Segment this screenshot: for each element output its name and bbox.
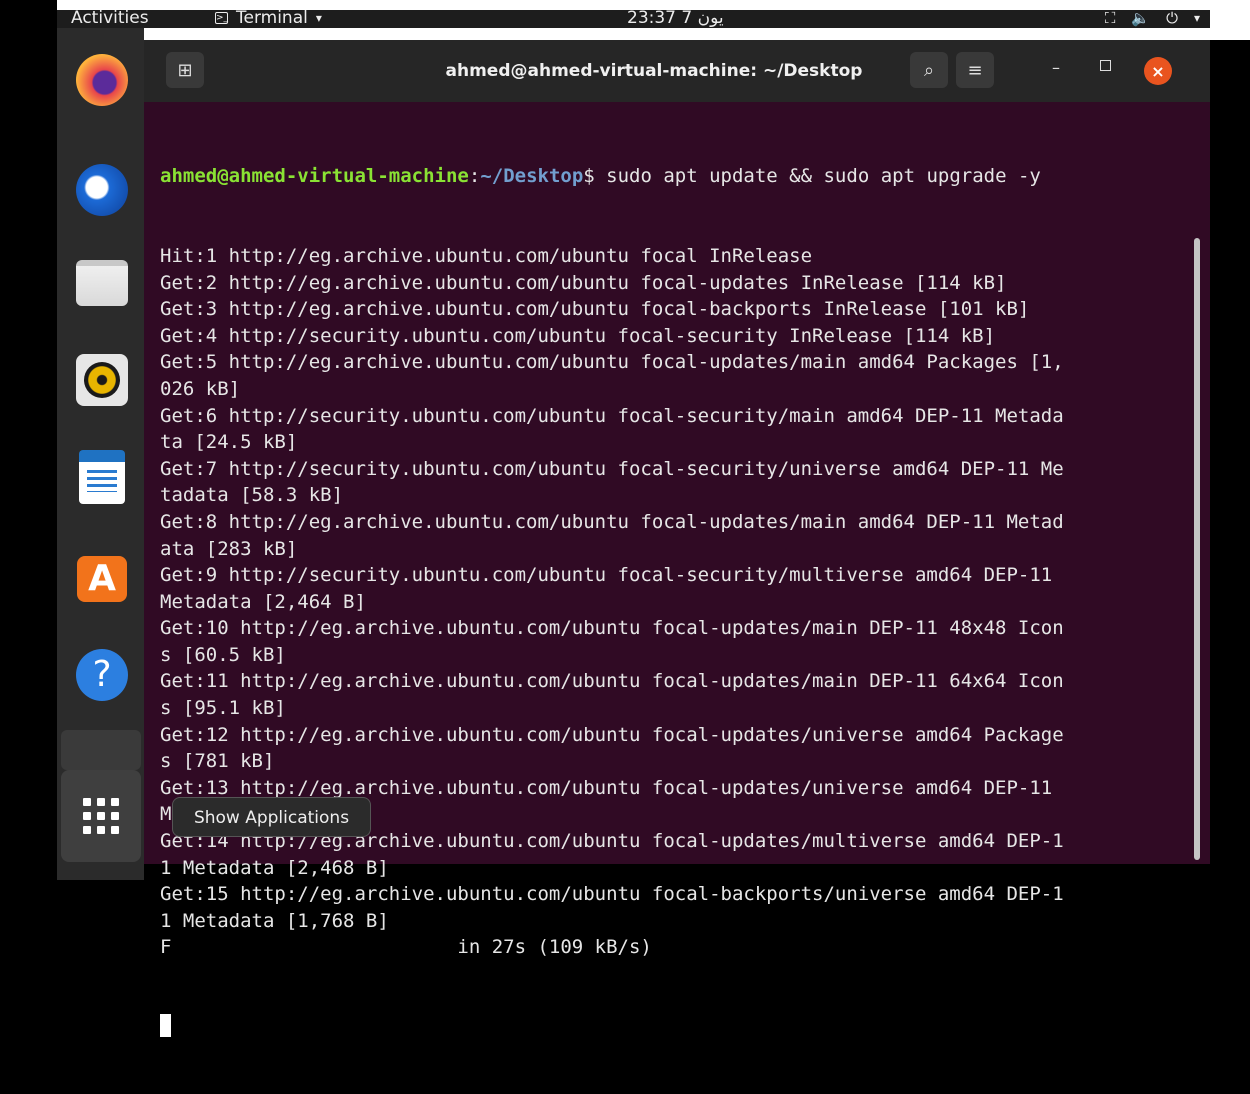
terminal-window: ⊞ ahmed@ahmed-virtual-machine: ~/Desktop… [144, 40, 1210, 1038]
output-line: ta [24.5 kB] [160, 431, 298, 454]
output-line: 026 kB] [160, 377, 241, 400]
close-button[interactable]: × [1144, 57, 1172, 85]
text-cursor [160, 1014, 171, 1038]
writer-icon [79, 450, 125, 504]
files-icon [76, 260, 128, 306]
output-line: Get:8 http://eg.archive.ubuntu.com/ubunt… [160, 510, 1064, 533]
dock-item-software[interactable]: A [75, 548, 129, 602]
network-icon[interactable]: ⛶ [1105, 6, 1116, 30]
dock-item-firefox[interactable] [75, 53, 129, 107]
top-bar: Activities >_ Terminal ▾ يون 7 23:37 ⛶ 🔈… [0, 0, 1250, 40]
maximize-button[interactable] [1100, 60, 1111, 71]
output-line: s [95.1 kB] [160, 697, 286, 720]
output-line: 1 Metadata [1,768 B] [160, 909, 389, 932]
output-line: Hit:1 http://eg.archive.ubuntu.com/ubunt… [160, 244, 813, 267]
output-line: Get:10 http://eg.archive.ubuntu.com/ubun… [160, 617, 1064, 640]
output-line: Metadata [2,464 B] [160, 590, 366, 613]
output-line: tadata [58.3 kB] [160, 484, 344, 507]
search-button[interactable]: ⌕ [910, 52, 948, 88]
output-line: Get:15 http://eg.archive.ubuntu.com/ubun… [160, 883, 1064, 906]
app-menu-label: Terminal [236, 8, 308, 28]
dock-item-help[interactable]: ? [75, 648, 129, 702]
show-applications-tooltip: Show Applications [172, 797, 371, 837]
app-grid-icon [83, 798, 119, 834]
clock[interactable]: يون 7 23:37 [627, 6, 724, 30]
output-lines: Hit:1 http://eg.archive.ubuntu.com/ubunt… [160, 243, 1190, 961]
output-line: 1 Metadata [2,468 B] [160, 856, 389, 879]
activities-button[interactable]: Activities [71, 6, 149, 30]
command-text: sudo apt update && sudo apt upgrade -y [606, 165, 1041, 188]
dock-item-thunderbird[interactable] [75, 163, 129, 217]
output-line: s [781 kB] [160, 750, 275, 773]
window-title: ahmed@ahmed-virtual-machine: ~/Desktop [445, 61, 863, 81]
output-line: Get:12 http://eg.archive.ubuntu.com/ubun… [160, 723, 1064, 746]
output-line: Get:2 http://eg.archive.ubuntu.com/ubunt… [160, 271, 1007, 294]
terminal-output[interactable]: ahmed@ahmed-virtual-machine:~/Desktop$ s… [160, 110, 1190, 1038]
output-line: Get:3 http://eg.archive.ubuntu.com/ubunt… [160, 298, 1030, 321]
rhythmbox-icon [76, 354, 128, 406]
scrollbar[interactable] [1194, 238, 1200, 860]
prompt-end: $ [583, 165, 607, 188]
output-line: Get:6 http://security.ubuntu.com/ubuntu … [160, 404, 1064, 427]
top-bar-panel: Activities >_ Terminal ▾ يون 7 23:37 ⛶ 🔈… [57, 8, 1210, 28]
cursor-line [160, 1014, 1190, 1041]
minimize-button[interactable]: – [1052, 58, 1060, 77]
output-line: ata [283 kB] [160, 537, 298, 560]
dock-item-rhythmbox[interactable] [75, 353, 129, 407]
prompt-path: ~/Desktop [480, 165, 584, 188]
prompt-line: ahmed@ahmed-virtual-machine:~/Desktop$ s… [160, 163, 1190, 190]
dock-item-terminal-running[interactable] [61, 730, 141, 770]
output-line: Get:4 http://security.ubuntu.com/ubuntu … [160, 324, 996, 347]
prompt-separator: : [468, 165, 481, 188]
hamburger-menu-button[interactable]: ≡ [956, 52, 994, 88]
chevron-down-icon: ▾ [315, 11, 322, 25]
chevron-down-icon[interactable]: ▾ [1194, 6, 1200, 30]
output-line: F in 27s (109 kB/s) [160, 936, 652, 959]
dock-item-files[interactable] [75, 256, 129, 310]
software-icon: A [77, 556, 127, 602]
prompt-user: ahmed@ahmed-virtual-machine [160, 165, 469, 188]
terminal-app-icon: >_ [215, 12, 229, 24]
help-icon: ? [76, 649, 128, 701]
dock-item-writer[interactable] [75, 450, 129, 504]
output-line: Get:7 http://security.ubuntu.com/ubuntu … [160, 457, 1064, 480]
output-line: Get:11 http://eg.archive.ubuntu.com/ubun… [160, 670, 1064, 693]
screen-border [0, 0, 57, 886]
output-line: Get:5 http://eg.archive.ubuntu.com/ubunt… [160, 351, 1064, 374]
output-line: s [60.5 kB] [160, 643, 286, 666]
app-menu-button[interactable]: >_ Terminal ▾ [215, 6, 322, 30]
terminal-headerbar[interactable]: ⊞ ahmed@ahmed-virtual-machine: ~/Desktop… [144, 40, 1210, 102]
show-applications-button[interactable] [61, 770, 141, 862]
thunderbird-icon [76, 164, 128, 216]
power-icon[interactable]: ⏻ [1166, 6, 1178, 30]
firefox-icon [76, 54, 128, 106]
dock: A ? [57, 28, 144, 880]
system-tray[interactable]: ⛶ 🔈 ⏻ ▾ [1105, 6, 1200, 30]
volume-icon[interactable]: 🔈 [1131, 6, 1150, 30]
output-line: Get:9 http://security.ubuntu.com/ubuntu … [160, 564, 1053, 587]
